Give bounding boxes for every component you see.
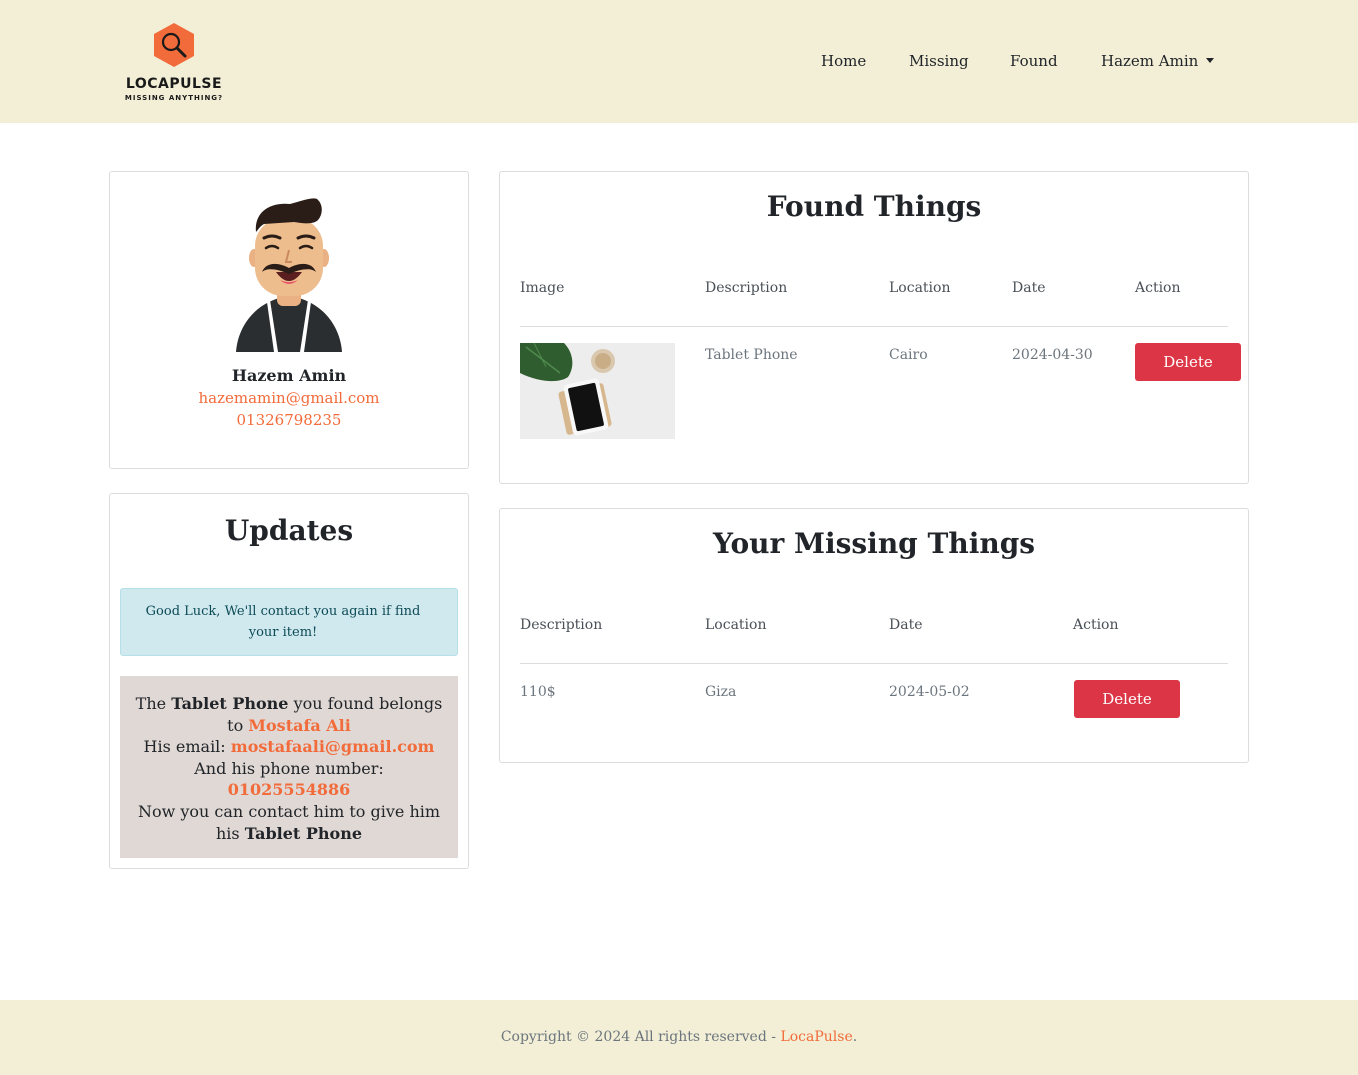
copyright-text: Copyright © 2024 All rights reserved - [500, 1029, 781, 1045]
copyright-end: . [852, 1029, 858, 1045]
table-divider [520, 326, 1228, 327]
delete-missing-button[interactable]: Delete [1074, 680, 1180, 718]
updates-card: Updates Good Luck, We'll contact you aga… [109, 493, 469, 869]
nav-user-dropdown[interactable]: Hazem Amin [1101, 52, 1215, 74]
tablet-photo-icon [520, 343, 675, 439]
notice-owner: Mostafa Ali [248, 715, 351, 735]
column-header: Description [520, 617, 603, 633]
notice-owner-email: mostafaali@gmail.com [230, 737, 435, 757]
profile-email: hazemamin@gmail.com [198, 389, 380, 407]
missing-title: Your Missing Things [712, 527, 1036, 560]
missing-things-card: Your Missing Things Description Location… [499, 508, 1249, 763]
missing-location: Giza [705, 684, 737, 700]
copyright: Copyright © 2024 All rights reserved - L… [0, 1029, 1358, 1045]
nav-missing[interactable]: Missing [909, 52, 969, 74]
notice-owner-phone: 01025554886 [227, 780, 351, 800]
found-description: Tablet Phone [705, 347, 798, 363]
profile-name: Hazem Amin [231, 366, 347, 385]
site-footer: Copyright © 2024 All rights reserved - L… [0, 1000, 1358, 1075]
notice-item: Tablet Phone [171, 694, 289, 713]
nav-found[interactable]: Found [1010, 52, 1058, 74]
caret-down-icon [1206, 58, 1215, 63]
profile-card: Hazem Amin hazemamin@gmail.com 013267982… [109, 171, 469, 469]
footer-brand-link[interactable]: LocaPulse [780, 1029, 852, 1045]
column-header: Action [1135, 280, 1181, 296]
site-header: LOCAPULSE MISSING ANYTHING? Home Missing… [0, 0, 1358, 123]
delete-found-button[interactable]: Delete [1135, 343, 1241, 381]
missing-description: 110$ [520, 684, 556, 700]
found-location: Cairo [889, 347, 928, 363]
brand-name: LOCAPULSE [125, 76, 223, 92]
column-header: Image [520, 280, 565, 296]
found-date: 2024-04-30 [1012, 347, 1093, 363]
brand-logo[interactable]: LOCAPULSE MISSING ANYTHING? [120, 22, 228, 104]
column-header: Location [889, 280, 951, 296]
notice-text: His email: [143, 737, 231, 757]
profile-phone: 01326798235 [236, 411, 342, 429]
avatar [236, 198, 342, 352]
info-alert: Good Luck, We'll contact you again if fi… [120, 588, 458, 656]
table-divider [520, 663, 1228, 664]
nav-home[interactable]: Home [821, 52, 866, 74]
column-header: Date [1012, 280, 1046, 296]
column-header: Action [1073, 617, 1119, 633]
column-header: Location [705, 617, 767, 633]
nav-user-label: Hazem Amin [1101, 52, 1199, 70]
match-notice: The Tablet Phone you found belongs to Mo… [120, 676, 458, 858]
notice-text: The [135, 694, 172, 713]
column-header: Description [705, 280, 788, 296]
notice-item: Tablet Phone [244, 823, 362, 843]
missing-date: 2024-05-02 [889, 684, 970, 700]
column-header: Date [889, 617, 923, 633]
brand-tagline: MISSING ANYTHING? [124, 94, 224, 102]
magnifier-logo-icon [154, 23, 194, 67]
notice-text: And his phone number: [194, 758, 384, 778]
found-things-card: Found Things Image Description Location … [499, 171, 1249, 484]
found-title: Found Things [766, 190, 982, 223]
updates-title: Updates [224, 514, 354, 547]
item-thumbnail[interactable] [520, 343, 675, 439]
